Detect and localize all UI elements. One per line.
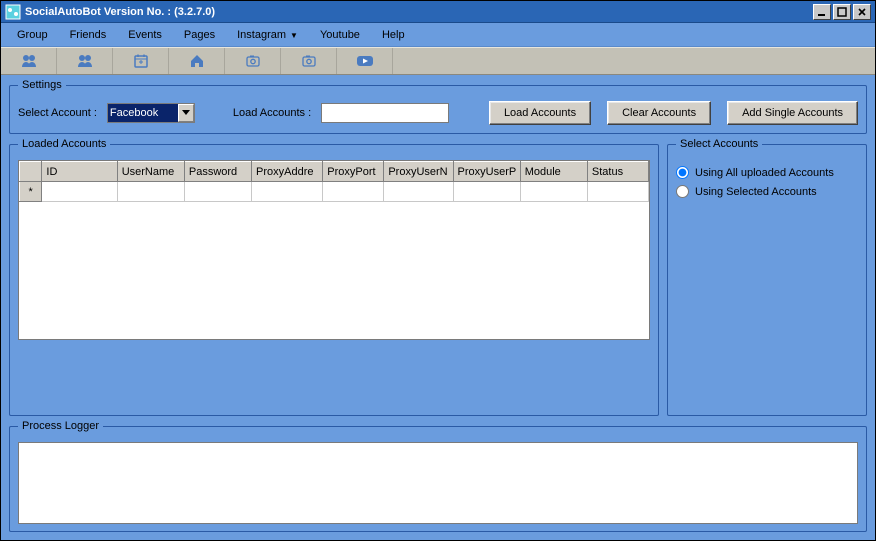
radio-selected-label: Using Selected Accounts xyxy=(695,186,817,198)
col-proxyaddress[interactable]: ProxyAddre xyxy=(252,162,323,182)
toolbar-button-calendar[interactable] xyxy=(113,48,169,74)
minimize-button[interactable] xyxy=(813,4,831,20)
camera-icon xyxy=(245,53,261,69)
window-controls xyxy=(813,4,871,20)
load-accounts-label: Load Accounts : xyxy=(233,107,311,119)
col-password[interactable]: Password xyxy=(184,162,251,182)
titlebar: SocialAutoBot Version No. : (3.2.7.0) xyxy=(1,1,875,23)
select-account-dropdown[interactable]: Facebook xyxy=(107,103,195,123)
load-accounts-input[interactable] xyxy=(321,103,449,123)
col-proxyusername[interactable]: ProxyUserN xyxy=(384,162,453,182)
load-accounts-button[interactable]: Load Accounts xyxy=(489,101,591,125)
col-username[interactable]: UserName xyxy=(117,162,184,182)
menu-label: Group xyxy=(17,29,48,41)
menu-events[interactable]: Events xyxy=(118,26,172,44)
loaded-accounts-panel: Loaded Accounts ID UserName xyxy=(9,138,659,416)
col-id[interactable]: ID xyxy=(42,162,117,182)
group-icon xyxy=(20,53,38,69)
chevron-down-icon: ▼ xyxy=(290,31,298,40)
process-logger-legend: Process Logger xyxy=(18,420,103,432)
grid-header-row: ID UserName Password ProxyAddre ProxyPor… xyxy=(20,162,649,182)
calendar-icon xyxy=(133,53,149,69)
menu-label: Help xyxy=(382,29,405,41)
settings-row: Select Account : Facebook Load Accounts … xyxy=(18,101,858,125)
settings-legend: Settings xyxy=(18,79,66,91)
radio-selected-accounts[interactable] xyxy=(676,185,689,198)
menu-help[interactable]: Help xyxy=(372,26,415,44)
add-single-accounts-button[interactable]: Add Single Accounts xyxy=(727,101,858,125)
home-icon xyxy=(189,53,205,69)
toolbar-button-group1[interactable] xyxy=(1,48,57,74)
toolbar-button-home[interactable] xyxy=(169,48,225,74)
select-accounts-panel: Select Accounts Using All uploaded Accou… xyxy=(667,138,867,416)
camera-icon xyxy=(301,53,317,69)
toolbar xyxy=(1,47,875,75)
grid-new-row[interactable]: * xyxy=(20,182,649,202)
content-area: Settings Select Account : Facebook Load … xyxy=(1,75,875,540)
app-icon xyxy=(5,4,21,20)
app-window: SocialAutoBot Version No. : (3.2.7.0) Gr… xyxy=(0,0,876,541)
menu-label: Youtube xyxy=(320,29,360,41)
settings-panel: Settings Select Account : Facebook Load … xyxy=(9,79,867,134)
menu-instagram[interactable]: Instagram ▼ xyxy=(227,26,308,44)
menu-label: Friends xyxy=(70,29,107,41)
toolbar-button-group2[interactable] xyxy=(57,48,113,74)
radio-all-accounts[interactable] xyxy=(676,166,689,179)
col-module[interactable]: Module xyxy=(520,162,587,182)
loaded-accounts-legend: Loaded Accounts xyxy=(18,138,110,150)
col-proxyport[interactable]: ProxyPort xyxy=(323,162,384,182)
middle-row: Loaded Accounts ID UserName xyxy=(9,138,867,416)
maximize-button[interactable] xyxy=(833,4,851,20)
col-status[interactable]: Status xyxy=(587,162,648,182)
toolbar-button-camera1[interactable] xyxy=(225,48,281,74)
menubar: Group Friends Events Pages Instagram ▼ Yo… xyxy=(1,23,875,47)
select-accounts-legend: Select Accounts xyxy=(676,138,762,150)
menu-youtube[interactable]: Youtube xyxy=(310,26,370,44)
col-proxyuserpass[interactable]: ProxyUserP xyxy=(453,162,520,182)
menu-group[interactable]: Group xyxy=(7,26,58,44)
process-logger-panel: Process Logger xyxy=(9,420,867,532)
group-icon xyxy=(76,53,94,69)
toolbar-button-video[interactable] xyxy=(337,48,393,74)
menu-pages[interactable]: Pages xyxy=(174,26,225,44)
accounts-grid[interactable]: ID UserName Password ProxyAddre ProxyPor… xyxy=(18,160,650,340)
radio-all-label: Using All uploaded Accounts xyxy=(695,167,834,179)
row-marker: * xyxy=(20,182,42,202)
clear-accounts-button[interactable]: Clear Accounts xyxy=(607,101,711,125)
menu-label: Events xyxy=(128,29,162,41)
process-logger-box[interactable] xyxy=(18,442,858,524)
menu-label: Pages xyxy=(184,29,215,41)
window-title: SocialAutoBot Version No. : (3.2.7.0) xyxy=(25,6,813,18)
menu-label: Instagram xyxy=(237,29,286,41)
grid-corner xyxy=(20,162,42,182)
menu-friends[interactable]: Friends xyxy=(60,26,117,44)
select-account-label: Select Account : xyxy=(18,107,97,119)
video-icon xyxy=(356,54,374,68)
close-button[interactable] xyxy=(853,4,871,20)
toolbar-button-camera2[interactable] xyxy=(281,48,337,74)
